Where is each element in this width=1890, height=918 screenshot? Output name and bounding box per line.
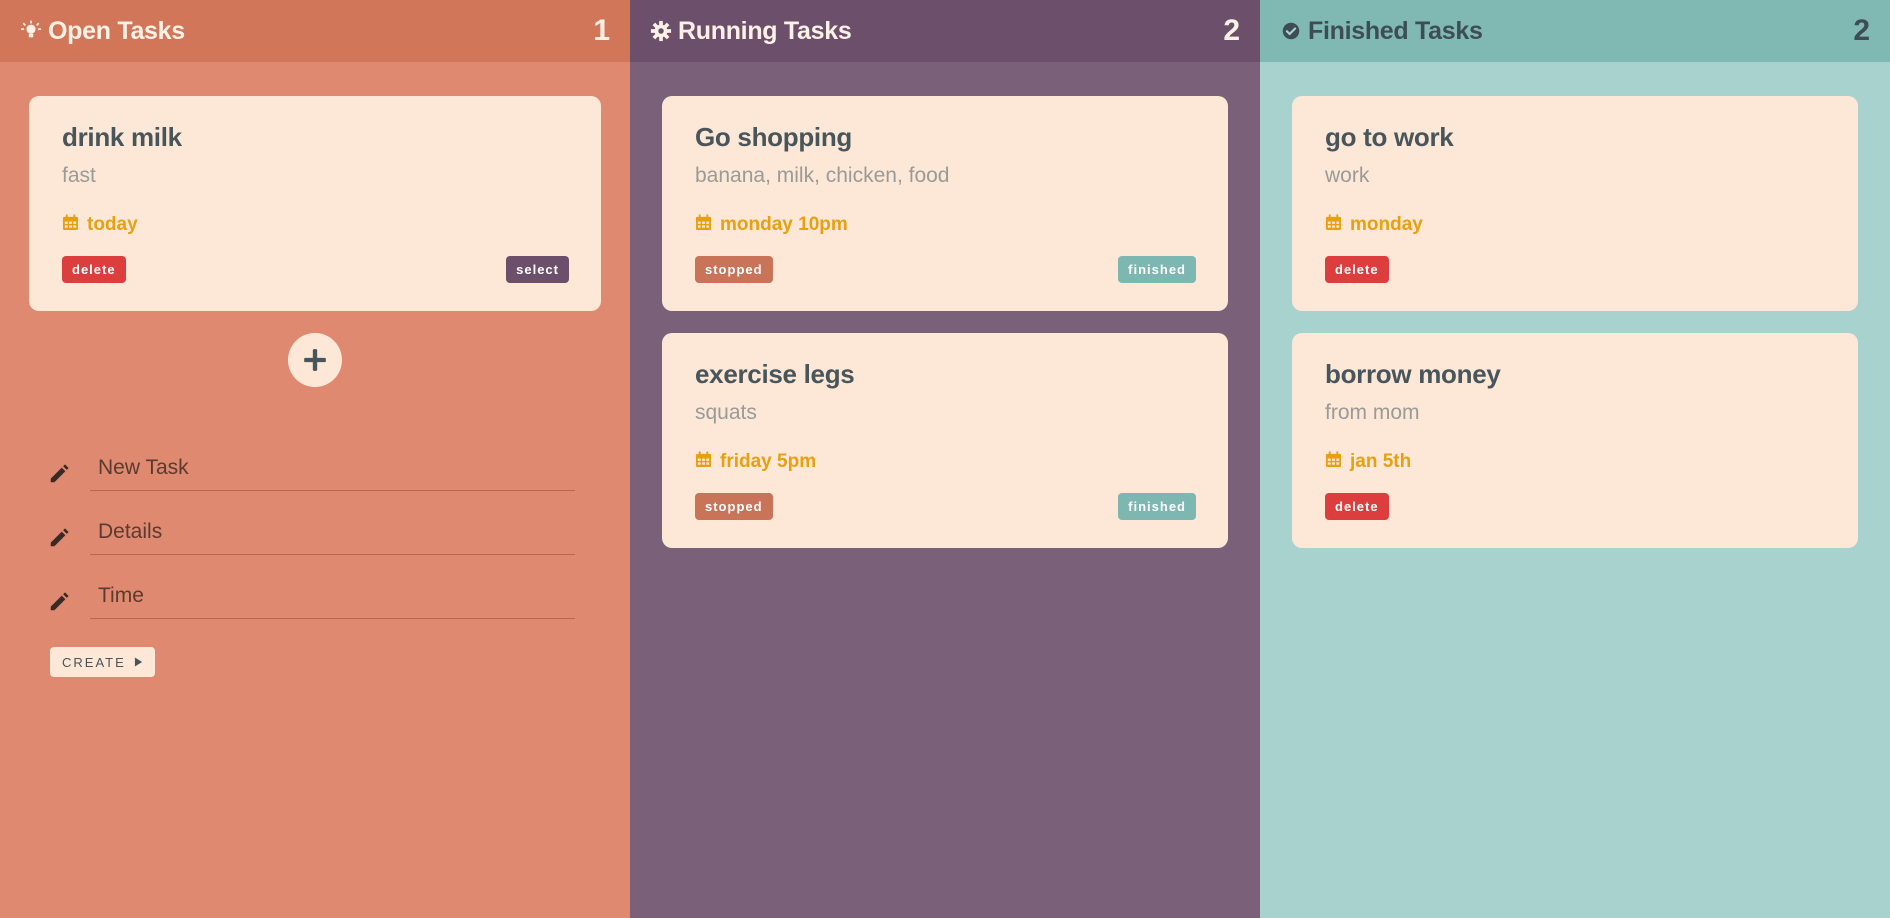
delete-button[interactable]: delete [1325,256,1389,283]
task-card: Go shopping banana, milk, chicken, food … [662,96,1228,311]
select-button[interactable]: select [506,256,569,283]
running-tasks-column: Running Tasks 2 Go shopping banana, milk… [630,0,1260,918]
task-time-label: monday [1350,214,1423,235]
calendar-icon [1325,450,1342,474]
delete-button[interactable]: delete [1325,493,1389,520]
task-details: fast [62,164,96,187]
task-list: Go shopping banana, milk, chicken, food … [630,62,1260,548]
stopped-button[interactable]: stopped [695,493,773,520]
task-time: today [62,212,569,238]
task-time-label: today [87,214,138,235]
task-time: jan 5th [1325,449,1826,475]
task-count: 2 [1853,14,1870,47]
calendar-icon [695,450,712,474]
task-title: Go shopping [695,122,853,152]
lightbulb-icon [20,20,42,42]
task-details: banana, milk, chicken, food [695,164,950,187]
details-input[interactable] [90,520,575,555]
task-list: go to work work monday delete borrow mon… [1260,62,1890,548]
task-details: squats [695,401,757,424]
finished-button[interactable]: finished [1118,256,1196,283]
task-title: drink milk [62,122,182,152]
pencil-icon [48,591,72,615]
delete-button[interactable]: delete [62,256,126,283]
task-time: monday [1325,212,1826,238]
check-circle-icon [1280,20,1302,42]
create-button-label: CREATE [62,654,126,670]
kanban-board: Open Tasks 1 drink milk fast today delet… [0,0,1890,918]
task-time-label: monday 10pm [720,214,848,235]
task-list: drink milk fast today delete select [0,62,630,311]
finished-tasks-header: Finished Tasks 2 [1260,0,1890,62]
task-count: 2 [1223,14,1240,47]
gear-icon [650,20,672,42]
task-title: borrow money [1325,359,1501,389]
open-tasks-header: Open Tasks 1 [0,0,630,62]
column-title: Running Tasks [678,16,852,45]
running-tasks-header: Running Tasks 2 [630,0,1260,62]
task-title: go to work [1325,122,1454,152]
finished-tasks-column: Finished Tasks 2 go to work work monday … [1260,0,1890,918]
task-time-label: friday 5pm [720,451,817,472]
stopped-button[interactable]: stopped [695,256,773,283]
add-task-button[interactable] [288,333,342,387]
task-title: exercise legs [695,359,855,389]
task-card: exercise legs squats friday 5pm stopped … [662,333,1228,548]
task-card: drink milk fast today delete select [29,96,601,311]
task-time: friday 5pm [695,449,1196,475]
new-task-input[interactable] [90,456,575,491]
time-input[interactable] [90,584,575,619]
calendar-icon [1325,213,1342,237]
task-time-label: jan 5th [1350,451,1412,472]
task-card: go to work work monday delete [1292,96,1858,311]
task-count: 1 [593,14,610,47]
new-task-form: CREATE [0,387,630,677]
pencil-icon [48,463,72,487]
column-title: Finished Tasks [1308,16,1483,45]
calendar-icon [62,213,79,237]
task-time: monday 10pm [695,212,1196,238]
calendar-icon [695,213,712,237]
finished-button[interactable]: finished [1118,493,1196,520]
create-button[interactable]: CREATE [50,647,155,677]
task-card: borrow money from mom jan 5th delete [1292,333,1858,548]
task-details: from mom [1325,401,1420,424]
open-tasks-column: Open Tasks 1 drink milk fast today delet… [0,0,630,918]
caret-right-icon [134,657,142,667]
column-title: Open Tasks [48,16,185,45]
plus-icon [304,349,326,371]
task-details: work [1325,164,1370,187]
pencil-icon [48,527,72,551]
